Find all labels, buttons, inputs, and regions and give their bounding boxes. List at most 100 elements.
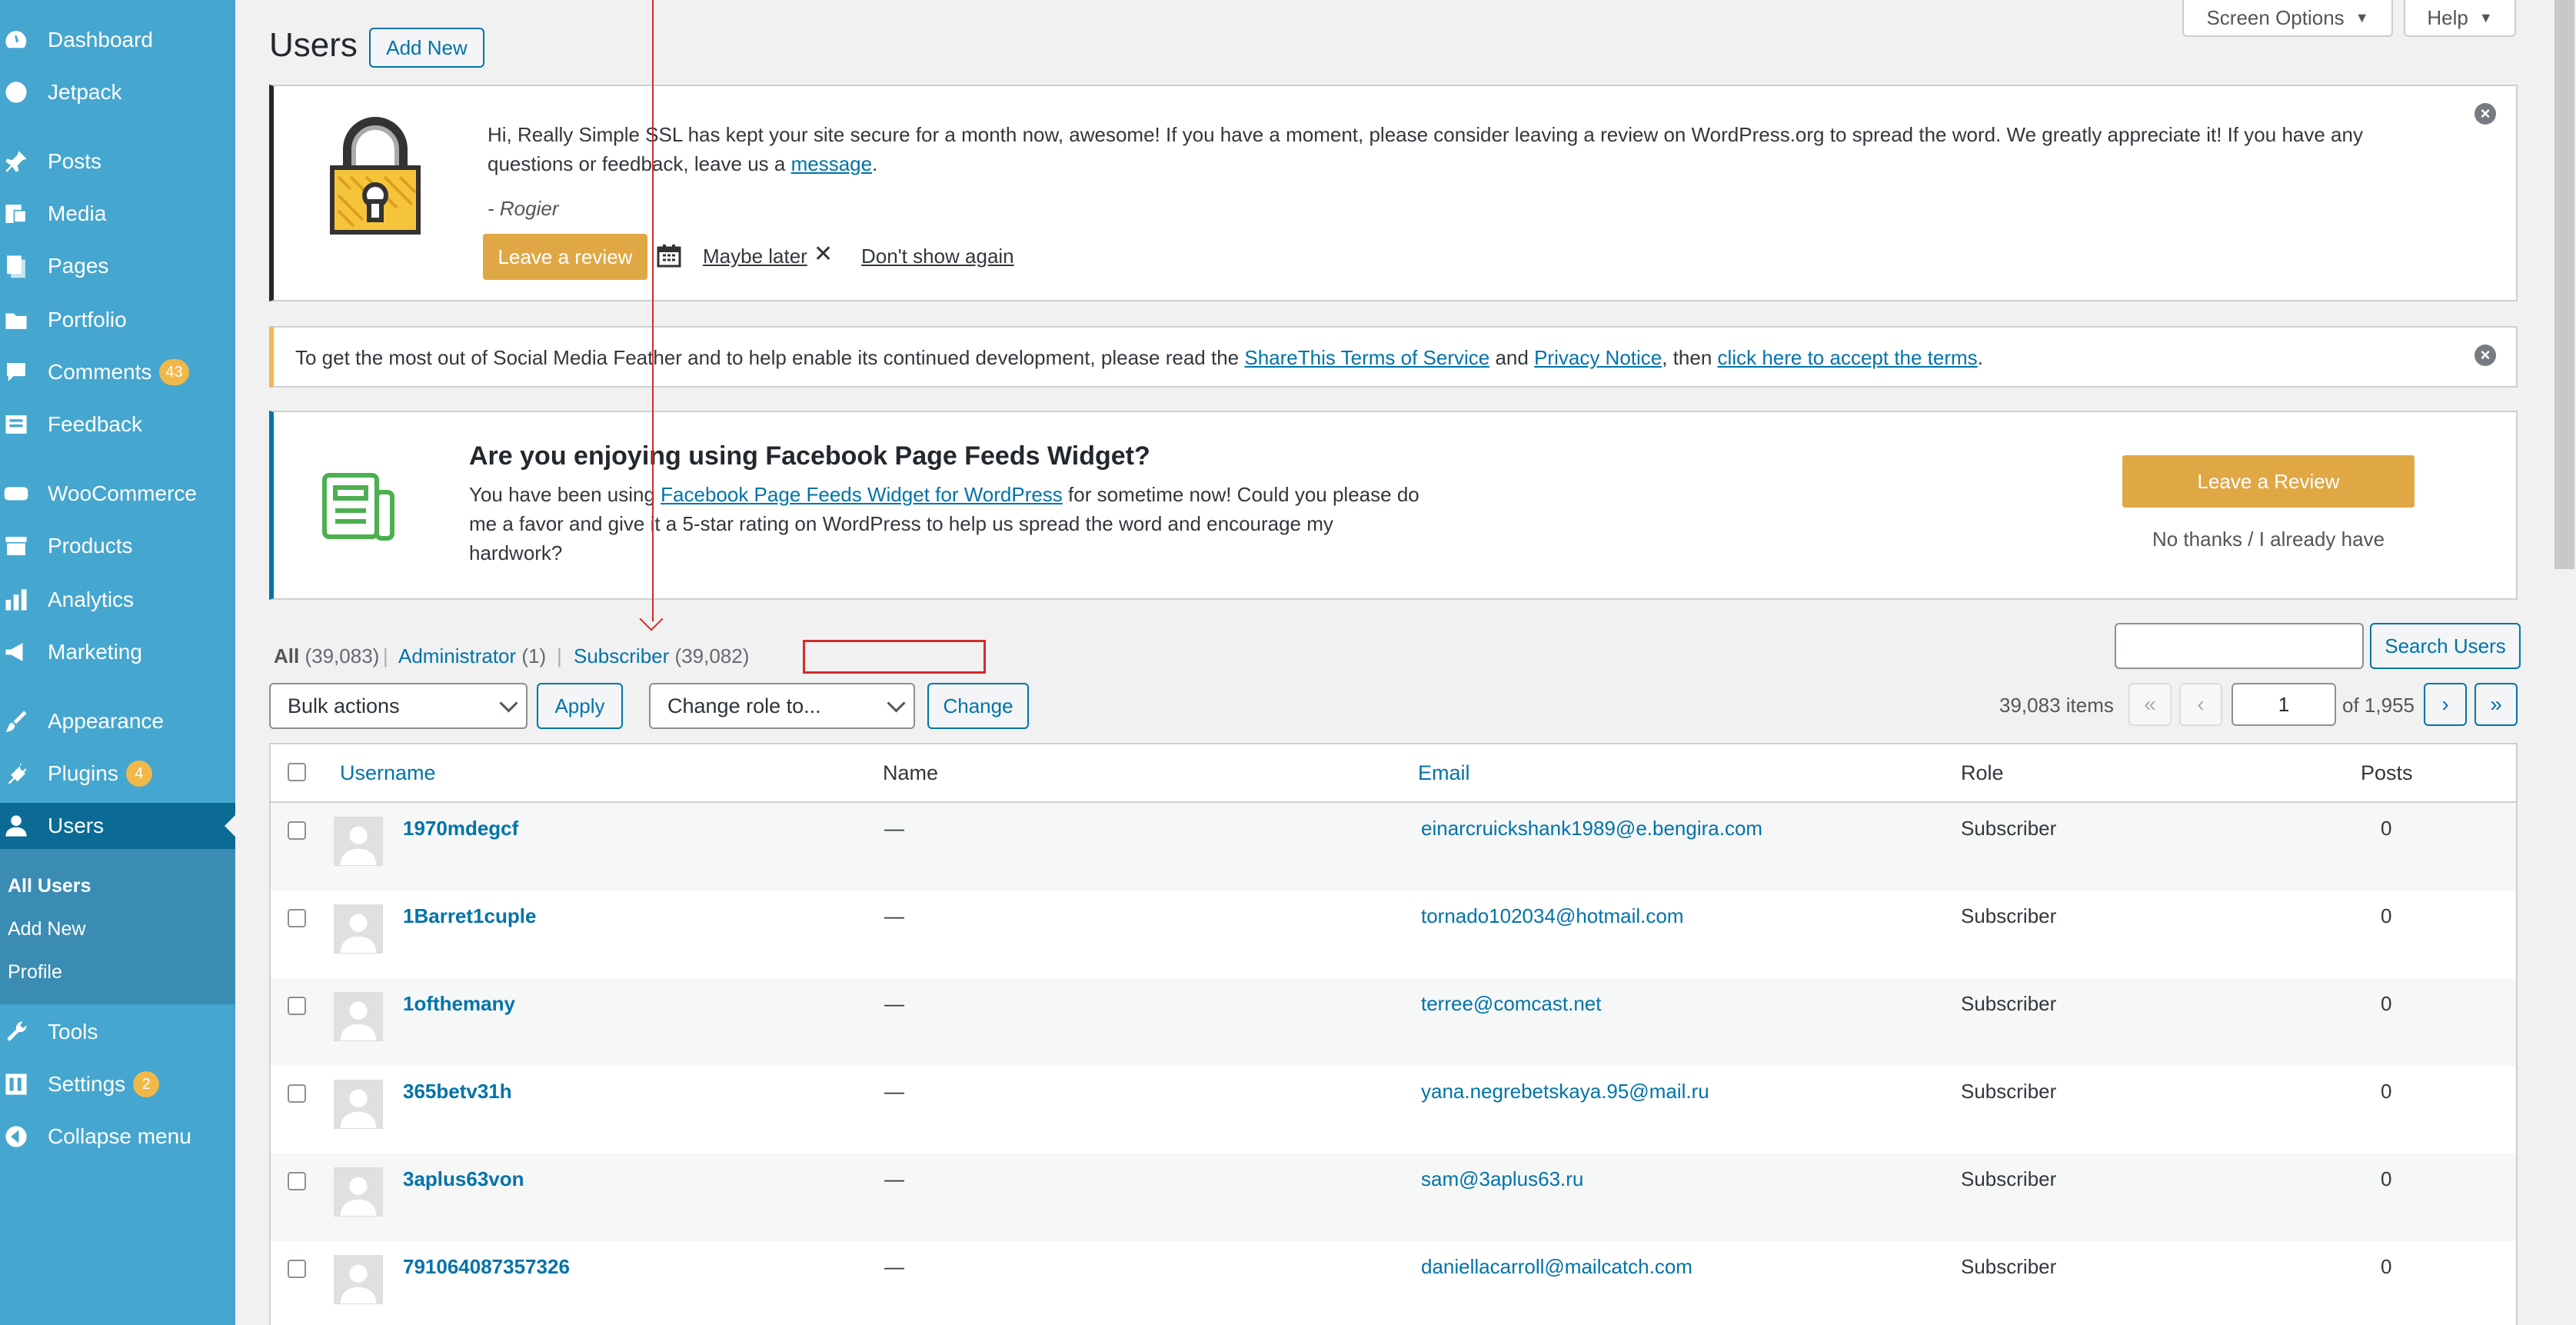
name-cell: — (884, 1255, 904, 1278)
caret-down-icon: ▼ (2355, 9, 2369, 25)
menu-analytics[interactable]: Analytics (0, 577, 235, 623)
document-icon (320, 471, 397, 544)
menu-feedback[interactable]: Feedback (0, 401, 235, 448)
row-checkbox[interactable] (288, 1172, 306, 1190)
name-cell: — (884, 817, 904, 840)
menu-posts[interactable]: Posts (0, 138, 235, 185)
menu-products[interactable]: Products (0, 523, 235, 569)
close-icon[interactable]: × (2474, 103, 2496, 125)
wrench-icon (0, 1019, 46, 1045)
email-link[interactable]: sam@3aplus63.ru (1421, 1167, 1583, 1191)
row-checkbox[interactable] (288, 1260, 306, 1278)
menu-settings[interactable]: Settings 2 (0, 1061, 235, 1107)
row-checkbox[interactable] (288, 909, 306, 927)
bulk-actions-select[interactable]: Bulk actions (269, 683, 528, 729)
comment-icon (0, 359, 46, 385)
fb-notice-body: You have been using Facebook Page Feeds … (469, 483, 1419, 564)
apply-button[interactable]: Apply (537, 683, 623, 729)
email-link[interactable]: einarcruickshank1989@e.bengira.com (1421, 817, 1762, 841)
row-checkbox[interactable] (288, 821, 306, 840)
pin-icon (0, 148, 46, 175)
menu-jetpack[interactable]: Jetpack (0, 69, 235, 115)
column-email[interactable]: Email (1418, 761, 1470, 785)
column-username[interactable]: Username (340, 761, 436, 785)
no-thanks-link[interactable]: No thanks / I already have (2122, 528, 2415, 551)
privacy-notice-link[interactable]: Privacy Notice (1534, 346, 1662, 369)
filter-subscriber[interactable]: Subscriber (39,082) (574, 644, 749, 668)
ssl-notice-signature: - Rogier (488, 197, 559, 220)
email-link[interactable]: daniellacarroll@mailcatch.com (1421, 1255, 1692, 1279)
menu-pages[interactable]: Pages (0, 243, 235, 289)
close-icon[interactable]: × (2474, 345, 2496, 366)
posts-cell: 0 (2381, 904, 2392, 927)
row-checkbox[interactable] (288, 1084, 306, 1103)
menu-collapse[interactable]: Collapse menu (0, 1114, 235, 1160)
submenu-add-new[interactable]: Add New (8, 918, 85, 940)
first-page-button[interactable]: « (2128, 683, 2172, 726)
facebook-widget-notice: Are you enjoying using Facebook Page Fee… (269, 411, 2518, 600)
search-input[interactable] (2115, 623, 2364, 669)
padlock-icon (326, 115, 424, 238)
menu-portfolio[interactable]: Portfolio (0, 297, 235, 343)
accept-terms-link[interactable]: click here to accept the terms (1718, 346, 1978, 369)
folder-icon (0, 307, 46, 333)
username-link[interactable]: 365betv31h (403, 1080, 512, 1104)
username-link[interactable]: 1970mdegcf (403, 817, 518, 841)
select-all-checkbox[interactable] (288, 763, 306, 781)
menu-plugins[interactable]: Plugins 4 (0, 751, 235, 797)
fb-notice-title: Are you enjoying using Facebook Page Fee… (469, 441, 1150, 471)
annotation-highlight-box (803, 640, 986, 674)
menu-dashboard[interactable]: Dashboard (0, 17, 235, 63)
search-users-button[interactable]: Search Users (2370, 623, 2521, 669)
sharethis-terms-link[interactable]: ShareThis Terms of Service (1244, 346, 1489, 369)
dont-show-again-link[interactable]: Don't show again (861, 241, 1014, 271)
email-link[interactable]: terree@comcast.net (1421, 992, 1601, 1016)
woo-icon (0, 481, 46, 507)
filter-administrator[interactable]: Administrator (1) (398, 644, 546, 668)
leave-a-review-button[interactable]: Leave a Review (2122, 455, 2415, 508)
menu-woocommerce[interactable]: WooCommerce (0, 471, 235, 517)
scrollbar-thumb[interactable] (2554, 0, 2574, 569)
row-checkbox[interactable] (288, 997, 306, 1015)
message-link[interactable]: message (791, 152, 873, 175)
calendar-icon (657, 243, 681, 268)
filter-all[interactable]: All (39,083) (274, 644, 379, 668)
submenu-all-users[interactable]: All Users (8, 875, 91, 897)
username-link[interactable]: 3aplus63von (403, 1167, 524, 1191)
last-page-button[interactable]: » (2474, 683, 2518, 726)
maybe-later-link[interactable]: Maybe later (703, 241, 807, 271)
help-button[interactable]: Help ▼ (2404, 0, 2516, 37)
menu-media[interactable]: Media (0, 191, 235, 237)
page-title: Users (269, 26, 358, 64)
submenu-profile[interactable]: Profile (8, 961, 62, 984)
leave-a-review-button[interactable]: Leave a review (483, 234, 647, 280)
menu-appearance[interactable]: Appearance (0, 698, 235, 744)
menu-marketing[interactable]: Marketing (0, 629, 235, 675)
email-link[interactable]: tornado102034@hotmail.com (1421, 904, 1684, 928)
menu-comments[interactable]: Comments 43 (0, 349, 235, 395)
prev-page-button[interactable]: ‹ (2179, 683, 2222, 726)
avatar (334, 1167, 383, 1217)
username-link[interactable]: 1ofthemany (403, 992, 515, 1016)
username-link[interactable]: 791064087357326 (403, 1255, 570, 1279)
next-page-button[interactable]: › (2424, 683, 2467, 726)
table-row: 791064087357326 — daniellacarroll@mailca… (271, 1241, 2516, 1325)
ssl-review-notice: Hi, Really Simple SSL has kept your site… (269, 85, 2518, 301)
add-new-user-button[interactable]: Add New (369, 28, 484, 68)
admin-sidebar: Dashboard Jetpack Posts Media Pages Port… (0, 0, 235, 1325)
dismiss-x-icon: ✕ (814, 241, 834, 267)
screen-options-button[interactable]: Screen Options ▼ (2182, 0, 2393, 37)
menu-users[interactable]: Users (0, 803, 235, 849)
role-cell: Subscriber (1961, 1167, 2057, 1190)
comments-count-badge: 43 (159, 359, 189, 385)
sharethis-notice-text: To get the most out of Social Media Feat… (295, 346, 1983, 369)
plug-icon (0, 761, 46, 787)
menu-tools[interactable]: Tools (0, 1009, 235, 1055)
current-page-input[interactable]: 1 (2232, 683, 2336, 726)
fb-widget-link[interactable]: Facebook Page Feeds Widget for WordPress (661, 483, 1063, 506)
change-role-button[interactable]: Change (927, 683, 1029, 729)
username-link[interactable]: 1Barret1cuple (403, 904, 536, 928)
change-role-select[interactable]: Change role to... (649, 683, 915, 729)
users-submenu: All Users Add New Profile (0, 849, 235, 1004)
email-link[interactable]: yana.negrebetskaya.95@mail.ru (1421, 1080, 1709, 1104)
